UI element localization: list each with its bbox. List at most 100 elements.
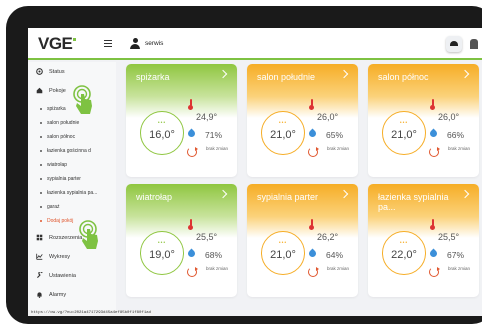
sidebar-room-item[interactable]: spiżarka xyxy=(40,106,66,112)
setpoint-value: 21,0° xyxy=(270,128,296,141)
user-icon xyxy=(130,38,140,49)
sidebar-item-status[interactable]: Status xyxy=(36,68,65,75)
current-temperature: 26,2° xyxy=(317,232,339,242)
refresh-icon xyxy=(308,267,319,277)
setpoint-value: 19,0° xyxy=(149,248,175,261)
logo-text: VGE xyxy=(38,34,73,53)
change-status: brak zmian xyxy=(448,146,471,151)
room-title: sypialnia parter xyxy=(257,192,319,202)
thermometer-icon xyxy=(188,219,193,230)
change-status: brak zmian xyxy=(327,146,350,151)
room-card[interactable]: sypialnia parter ••• 21,0° 26,2° 64% brak zmi… xyxy=(247,184,358,297)
hamburger-menu-icon[interactable] xyxy=(104,40,112,47)
humidity-value: 66% xyxy=(447,130,465,140)
sidebar-room-item[interactable]: garaż xyxy=(40,204,60,210)
chart-icon xyxy=(36,253,43,260)
room-title: salon północ xyxy=(378,72,429,82)
sidebar-room-item[interactable]: sypialnia parter xyxy=(40,176,81,182)
humidity-drop-icon xyxy=(307,248,318,259)
status-icon xyxy=(36,68,43,75)
user-name: serwis xyxy=(145,40,164,47)
humidity-drop-icon xyxy=(307,128,318,139)
mode-dots: ••• xyxy=(278,240,288,246)
humidity-drop-icon xyxy=(186,248,197,259)
humidity-drop-icon xyxy=(428,128,439,139)
room-card[interactable]: łazienka sypialnia pa... ••• 22,0° 25,5° 67%… xyxy=(368,184,479,297)
notifications-button[interactable] xyxy=(446,36,462,52)
setpoint-dial[interactable]: ••• 16,0° xyxy=(140,111,184,155)
room-card[interactable]: spiżarka ••• 16,0° 24,9° 71% brak zmian xyxy=(126,64,237,177)
mode-dots: ••• xyxy=(157,120,167,126)
current-temperature: 25,5° xyxy=(196,232,218,242)
sidebar-item-label: Status xyxy=(49,68,65,75)
extensions-icon xyxy=(36,234,43,241)
setpoint-value: 22,0° xyxy=(391,248,417,261)
setpoint-value: 16,0° xyxy=(149,128,175,141)
wrench-icon xyxy=(37,272,43,278)
add-room-link[interactable]: Dodaj pokój xyxy=(40,218,73,224)
change-status: brak zmian xyxy=(327,266,350,271)
room-title: łazienka sypialnia pa... xyxy=(378,192,449,212)
setpoint-dial[interactable]: ••• 21,0° xyxy=(261,231,305,275)
tablet-frame: VGE serwis Status Pokoje spiżarka salon … xyxy=(6,6,482,324)
sidebar-room-item[interactable]: łazienka gościnna d xyxy=(40,148,91,154)
current-temperature: 26,0° xyxy=(438,112,460,122)
current-temperature: 26,0° xyxy=(317,112,339,122)
setpoint-value: 21,0° xyxy=(391,128,417,141)
logo-dot xyxy=(73,38,77,41)
refresh-icon xyxy=(308,147,319,157)
alarm-bell-icon xyxy=(37,292,42,298)
mode-dots: ••• xyxy=(399,240,409,246)
sidebar-room-item[interactable]: łazienka sypialnia pa... xyxy=(40,190,97,196)
setpoint-dial[interactable]: ••• 21,0° xyxy=(382,111,426,155)
current-temperature: 25,5° xyxy=(438,232,460,242)
thermometer-icon xyxy=(430,219,435,230)
sidebar-item-label: Pokoje xyxy=(49,87,66,94)
sidebar: Status Pokoje spiżarka salon południe sa… xyxy=(28,62,116,316)
change-status: brak zmian xyxy=(206,146,229,151)
humidity-value: 68% xyxy=(205,250,223,260)
setpoint-dial[interactable]: ••• 19,0° xyxy=(140,231,184,275)
room-card[interactable]: wiatrołap ••• 19,0° 25,5° 68% brak zmian xyxy=(126,184,237,297)
mode-dots: ••• xyxy=(278,120,288,126)
top-bar: VGE serwis xyxy=(28,28,482,60)
thermometer-icon xyxy=(309,99,314,110)
setpoint-dial[interactable]: ••• 21,0° xyxy=(261,111,305,155)
browser-status-url: https://ow.vg/?nu=2021a4717293d45a4ef85b… xyxy=(28,310,155,316)
sidebar-item-label: Ustawienia xyxy=(49,272,76,279)
sidebar-room-item[interactable]: salon północ xyxy=(40,134,75,140)
mode-dots: ••• xyxy=(399,120,409,126)
humidity-drop-icon xyxy=(186,128,197,139)
sidebar-item-settings[interactable]: Ustawienia xyxy=(36,272,76,279)
home-icon xyxy=(36,87,43,94)
mode-dots: ••• xyxy=(157,240,167,246)
thermometer-icon xyxy=(309,219,314,230)
room-title: spiżarka xyxy=(136,72,170,82)
change-status: brak zmian xyxy=(448,266,471,271)
sidebar-item-label: Wykresy xyxy=(49,253,71,260)
refresh-icon xyxy=(187,267,198,277)
humidity-value: 64% xyxy=(326,250,344,260)
refresh-icon xyxy=(429,147,440,157)
sidebar-item-charts[interactable]: Wykresy xyxy=(36,253,70,260)
room-card[interactable]: salon północ ••• 21,0° 26,0° 66% brak zmian xyxy=(368,64,479,177)
more-icon[interactable] xyxy=(470,39,478,49)
sidebar-room-item[interactable]: wiatrołap xyxy=(40,162,67,168)
thermometer-icon xyxy=(430,99,435,110)
thermometer-icon xyxy=(188,99,193,110)
humidity-value: 65% xyxy=(326,130,344,140)
sidebar-room-item[interactable]: salon południe xyxy=(40,120,79,126)
room-card[interactable]: salon południe ••• 21,0° 26,0° 65% brak zmian xyxy=(247,64,358,177)
refresh-icon xyxy=(187,147,198,157)
vge-logo[interactable]: VGE xyxy=(38,34,77,53)
current-temperature: 24,9° xyxy=(196,112,218,122)
setpoint-dial[interactable]: ••• 22,0° xyxy=(382,231,426,275)
sidebar-item-rooms[interactable]: Pokoje xyxy=(36,87,66,94)
user-menu[interactable]: serwis xyxy=(130,38,163,49)
room-title: salon południe xyxy=(257,72,316,82)
app-screen: VGE serwis Status Pokoje spiżarka salon … xyxy=(28,28,482,316)
sidebar-item-alarms[interactable]: Alarmy xyxy=(36,291,66,298)
humidity-value: 67% xyxy=(447,250,465,260)
humidity-value: 71% xyxy=(205,130,223,140)
sidebar-item-label: Alarmy xyxy=(49,291,67,298)
